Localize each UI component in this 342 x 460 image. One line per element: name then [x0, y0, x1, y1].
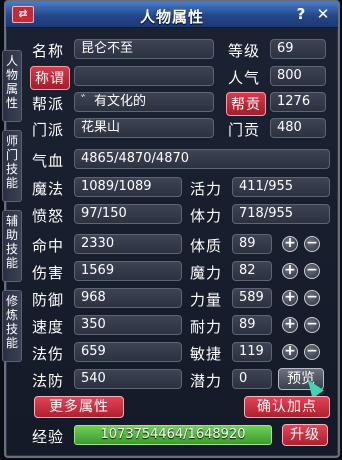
tab-cultivation-skills[interactable]: 修炼技能	[2, 290, 22, 362]
popularity-label: 人气	[228, 69, 261, 87]
minus-icon[interactable]: −	[304, 263, 320, 279]
popularity-field: 800	[270, 66, 326, 86]
plus-icon[interactable]: +	[282, 344, 298, 360]
attribute-value: 589	[232, 288, 272, 308]
confirm-points-button[interactable]: 确认加点	[244, 396, 330, 418]
hp-label: 气血	[32, 152, 65, 170]
minus-icon[interactable]: −	[304, 290, 320, 306]
combat-label: 命中	[32, 237, 65, 255]
anger-label: 愤怒	[32, 207, 65, 225]
minus-icon[interactable]: −	[304, 344, 320, 360]
attribute-label: 体质	[190, 237, 223, 255]
anger-field: 97/150	[74, 204, 182, 224]
minus-icon[interactable]: −	[304, 236, 320, 252]
sect-label: 门派	[32, 121, 65, 139]
gang-contribution-button[interactable]: 帮贡	[226, 92, 266, 116]
gang-label: 帮派	[32, 95, 65, 113]
hp-field: 4865/4870/4870	[74, 149, 330, 169]
level-field: 69	[270, 39, 326, 59]
potential-value: 0	[232, 369, 272, 389]
name-field: 昆仑不至	[74, 39, 214, 59]
tab-sect-skills[interactable]: 师门技能	[2, 130, 22, 202]
combat-label: 法防	[32, 372, 65, 390]
plus-icon[interactable]: +	[282, 317, 298, 333]
gang-contribution-field: 1276	[270, 92, 326, 112]
attribute-label: 力量	[190, 291, 223, 309]
character-attributes-window: ⇄ 人物属性 ? ✕ 人物属性 师门技能 辅助技能 修炼技能 名称 昆仑不至 等…	[2, 0, 340, 458]
attribute-label: 魔力	[190, 264, 223, 282]
sect-contribution-field: 480	[270, 118, 326, 138]
minus-icon[interactable]: −	[304, 317, 320, 333]
title-field	[74, 66, 214, 86]
upgrade-button[interactable]: 升级	[282, 424, 328, 446]
exp-bar: 1073754464/1648920	[74, 425, 272, 445]
vigor-field: 411/955	[232, 177, 330, 197]
stamina-label: 体力	[190, 207, 223, 225]
attribute-value: 89	[232, 315, 272, 335]
combat-label: 防御	[32, 291, 65, 309]
combat-value: 659	[74, 342, 182, 362]
potential-label: 潜力	[190, 372, 223, 390]
vigor-label: 活力	[190, 180, 223, 198]
gang-field: ゛有文化的	[74, 92, 214, 112]
name-label: 名称	[32, 42, 65, 60]
plus-icon[interactable]: +	[282, 290, 298, 306]
level-label: 等级	[228, 42, 261, 60]
attribute-value: 119	[232, 342, 272, 362]
mp-field: 1089/1089	[74, 177, 182, 197]
help-icon[interactable]: ?	[292, 5, 310, 23]
sect-field: 花果山	[74, 118, 214, 138]
tab-auxiliary-skills[interactable]: 辅助技能	[2, 210, 22, 282]
combat-value: 968	[74, 288, 182, 308]
plus-icon[interactable]: +	[282, 236, 298, 252]
combat-label: 速度	[32, 318, 65, 336]
combat-value: 540	[74, 369, 182, 389]
combat-value: 350	[74, 315, 182, 335]
more-attributes-button[interactable]: 更多属性	[34, 396, 124, 418]
stamina-field: 718/955	[232, 204, 330, 224]
plus-icon[interactable]: +	[282, 263, 298, 279]
combat-label: 法伤	[32, 345, 65, 363]
tab-character-attributes[interactable]: 人物属性	[2, 50, 22, 122]
sect-contribution-label: 门贡	[228, 121, 261, 139]
attribute-label: 敏捷	[190, 345, 223, 363]
attribute-value: 89	[232, 234, 272, 254]
title-button[interactable]: 称谓	[30, 66, 70, 90]
mp-label: 魔法	[32, 180, 65, 198]
title-bar[interactable]: ⇄ 人物属性 ? ✕	[6, 2, 338, 28]
combat-value: 2330	[74, 234, 182, 254]
close-icon[interactable]: ✕	[314, 5, 332, 23]
combat-value: 1569	[74, 261, 182, 281]
combat-label: 伤害	[32, 264, 65, 282]
exp-label: 经验	[32, 428, 65, 446]
attribute-value: 82	[232, 261, 272, 281]
window-title: 人物属性	[139, 8, 204, 26]
attribute-label: 耐力	[190, 318, 223, 336]
